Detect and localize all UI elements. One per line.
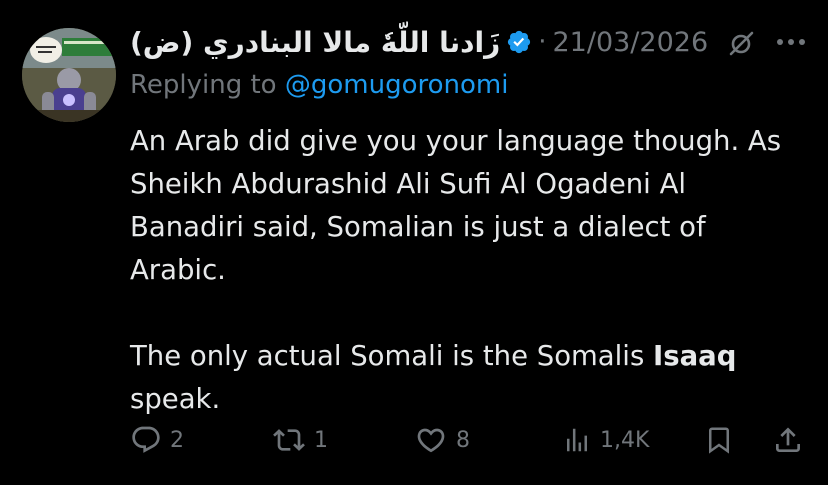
views-count: 1,4K: [600, 427, 650, 453]
repost-icon: [272, 424, 306, 456]
display-name[interactable]: زَادنا اللّهٗ مالا البنادري (ض): [130, 26, 500, 59]
repost-count: 1: [314, 427, 328, 453]
tweet-text-line: An Arab did give you your language thoug…: [130, 125, 782, 157]
like-icon: [414, 424, 448, 456]
replying-to: Replying to @gomugoronomi: [130, 70, 508, 100]
tweet-text-line: Arabic.: [130, 254, 226, 286]
reply-button[interactable]: 2: [130, 418, 184, 462]
reply-handle-link[interactable]: @gomugoronomi: [285, 70, 509, 100]
tweet-text-line: Banadiri said, Somalian is just a dialec…: [130, 211, 706, 243]
bookmark-icon: [704, 424, 734, 456]
share-icon: [772, 424, 804, 456]
grok-icon[interactable]: [728, 30, 754, 56]
tweet[interactable]: زَادنا اللّهٗ مالا البنادري (ض) · 21/03/…: [0, 0, 828, 485]
bookmark-button[interactable]: [704, 418, 734, 462]
like-count: 8: [456, 427, 470, 453]
tweet-date[interactable]: 21/03/2026: [553, 27, 709, 58]
replying-to-label: Replying to: [130, 70, 277, 100]
share-button[interactable]: [772, 418, 804, 462]
verified-badge-icon[interactable]: [506, 29, 532, 55]
tweet-text-line: The only actual Somali is the Somalis: [130, 340, 654, 372]
tweet-header: زَادنا اللّهٗ مالا البنادري (ض) · 21/03/…: [130, 20, 708, 64]
reply-icon: [130, 424, 162, 456]
views-button[interactable]: 1,4K: [562, 418, 649, 462]
more-icon[interactable]: [774, 28, 808, 56]
like-button[interactable]: 8: [414, 418, 470, 462]
tweet-text: An Arab did give you your language thoug…: [130, 120, 810, 421]
avatar[interactable]: [22, 28, 116, 122]
repost-button[interactable]: 1: [272, 418, 328, 462]
views-icon: [562, 425, 592, 455]
tweet-text-line: speak.: [130, 383, 221, 415]
tweet-text-line: Sheikh Abdurashid Ali Sufi Al Ogadeni Al: [130, 168, 687, 200]
reply-count: 2: [170, 427, 184, 453]
action-bar: 2 1 8 1,4K: [0, 418, 828, 462]
separator-dot: ·: [538, 27, 547, 57]
tweet-text-bold: Isaaq: [653, 340, 737, 372]
